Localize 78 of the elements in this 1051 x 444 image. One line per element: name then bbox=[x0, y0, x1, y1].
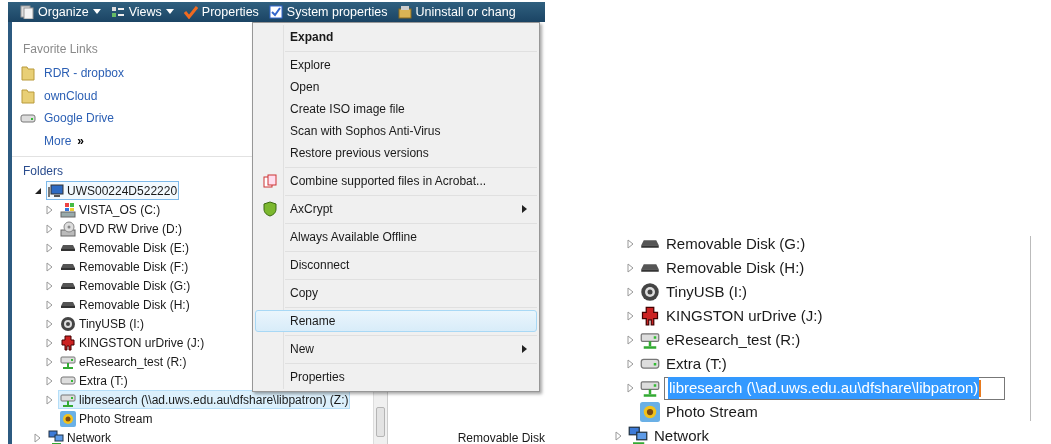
sunflower-icon bbox=[60, 410, 76, 427]
menu-item[interactable]: Scan with Sophos Anti-Virus bbox=[255, 120, 537, 142]
dvd-drive-icon bbox=[60, 220, 76, 237]
gear-icon bbox=[640, 282, 660, 302]
menu-item[interactable]: Properties bbox=[255, 366, 537, 388]
disk-drive-icon bbox=[640, 263, 660, 273]
tree-item[interactable]: eResearch_test (R:) bbox=[666, 328, 801, 352]
folder-icon bbox=[20, 87, 36, 104]
section-header: Favorite Links bbox=[23, 42, 98, 56]
section-header: Folders bbox=[23, 163, 63, 180]
folder-icon bbox=[20, 65, 36, 82]
network-drive-icon bbox=[640, 330, 660, 350]
tree-item[interactable]: Removable Disk (H:) bbox=[58, 295, 192, 314]
network-drive-icon bbox=[60, 353, 76, 370]
pages-icon bbox=[20, 5, 34, 19]
tree-item[interactable]: Removable Disk (G:) bbox=[58, 276, 193, 295]
tree-item[interactable]: KINGSTON urDrive (J:) bbox=[58, 333, 207, 352]
toolbar-button[interactable]: Properties bbox=[183, 2, 259, 22]
gear-icon bbox=[60, 315, 76, 332]
tree-item[interactable]: Removable Disk (G:) bbox=[666, 232, 806, 256]
drive-icon bbox=[20, 113, 36, 123]
checkbox-icon bbox=[268, 5, 283, 19]
tree-item[interactable]: VISTA_OS (C:) bbox=[58, 200, 163, 219]
figure-icon bbox=[60, 334, 76, 351]
tree-item[interactable]: UWS00224D522220 bbox=[46, 181, 180, 200]
tree-item[interactable]: TinyUSB (I:) bbox=[666, 280, 748, 304]
network-drive-icon bbox=[640, 378, 660, 398]
tree-item[interactable]: Removable Disk (H:) bbox=[666, 256, 805, 280]
tree-item[interactable]: Photo Stream bbox=[58, 409, 155, 428]
menu-item[interactable]: Explore bbox=[255, 54, 537, 76]
tree-item[interactable]: TinyUSB (I:) bbox=[58, 314, 146, 333]
menu-item[interactable]: Combine supported files in Acrobat... bbox=[255, 170, 537, 192]
scrollbar-thumb[interactable] bbox=[375, 407, 385, 437]
item-label: Removable Disk bbox=[456, 431, 545, 444]
tree-item[interactable]: Network bbox=[654, 424, 709, 444]
menu-item[interactable]: Always Available Offline bbox=[255, 226, 537, 248]
disk-drive-icon bbox=[60, 300, 76, 309]
tree-item[interactable]: Removable Disk (F:) bbox=[58, 257, 191, 276]
tree-item[interactable]: DVD RW Drive (D:) bbox=[58, 219, 185, 238]
network-icon bbox=[48, 429, 64, 444]
box-icon bbox=[397, 5, 412, 19]
tree-item[interactable]: Extra (T:) bbox=[666, 352, 727, 376]
tree-item[interactable]: KINGSTON urDrive (J:) bbox=[666, 304, 823, 328]
menu-item[interactable]: Expand bbox=[255, 26, 537, 48]
menu-item[interactable]: Copy bbox=[255, 282, 537, 304]
pdf-icon bbox=[263, 174, 277, 188]
menu-item[interactable]: Rename bbox=[255, 310, 537, 332]
tree-item[interactable]: Removable Disk (E:) bbox=[58, 238, 192, 257]
drive-icon bbox=[640, 358, 660, 370]
disk-drive-icon bbox=[60, 281, 76, 290]
toolbar-button[interactable]: Organize bbox=[20, 2, 101, 22]
toolbar-button[interactable]: Uninstall or chang bbox=[397, 2, 516, 22]
view-list-icon bbox=[110, 5, 125, 19]
toolbar-button[interactable]: Views bbox=[110, 2, 174, 22]
sunflower-icon bbox=[640, 402, 660, 422]
disk-drive-icon bbox=[60, 262, 76, 271]
tree-item[interactable]: eResearch_test (R:) bbox=[58, 352, 189, 371]
check-icon bbox=[183, 5, 198, 19]
disk-drive-icon bbox=[640, 239, 660, 249]
menu-item[interactable]: Disconnect bbox=[255, 254, 537, 276]
menu-item[interactable]: Create ISO image file bbox=[255, 98, 537, 120]
menu-item[interactable]: Restore previous versions bbox=[255, 142, 537, 164]
tree-item[interactable]: Photo Stream bbox=[666, 400, 758, 424]
tree-item[interactable]: Extra (T:) bbox=[58, 371, 130, 390]
menu-item[interactable]: AxCrypt bbox=[255, 198, 537, 220]
figure-icon bbox=[640, 306, 660, 326]
toolbar-button[interactable]: System properties bbox=[268, 2, 388, 22]
computer-icon bbox=[48, 182, 64, 199]
drive-icon bbox=[60, 376, 76, 385]
disk-drive-icon bbox=[60, 243, 76, 252]
tree-item[interactable]: libresearch (\\ad.uws.edu.au\dfshare\libpatron) (Z:) bbox=[58, 390, 351, 409]
network-icon bbox=[628, 426, 648, 444]
menu-item[interactable]: New bbox=[255, 338, 537, 360]
menu-item[interactable]: Open bbox=[255, 76, 537, 98]
drive-icon bbox=[60, 201, 76, 218]
network-drive-icon bbox=[60, 391, 76, 408]
tree-item[interactable]: Network bbox=[46, 428, 113, 444]
shield-icon bbox=[263, 201, 277, 217]
